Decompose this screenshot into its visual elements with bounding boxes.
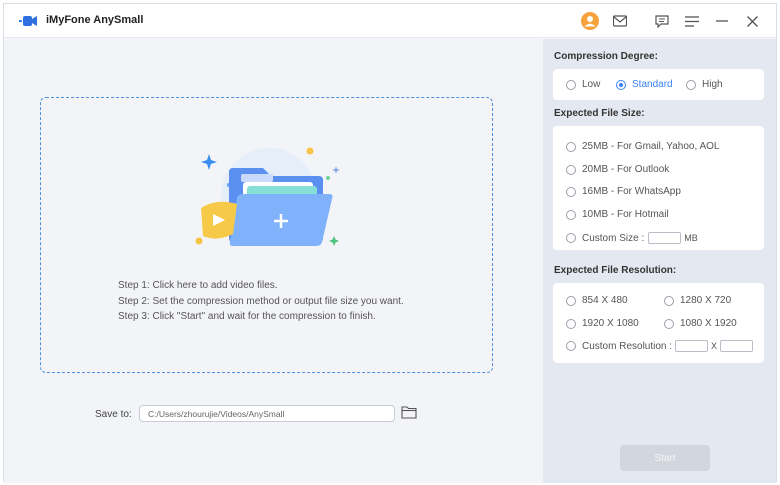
custom-height-input[interactable] — [720, 340, 754, 352]
step-2: Step 2: Set the compression method or ou… — [118, 295, 404, 307]
app-logo-icon — [19, 16, 37, 26]
expected-file-size-label: Expected File Size: — [554, 108, 645, 119]
size-20mb-radio[interactable]: 20MB - For Outlook — [566, 164, 669, 175]
app-window: iMyFone AnySmall Step 1: Click here to a… — [3, 3, 777, 483]
res-1280x720-radio[interactable]: 1280 X 720 — [664, 295, 731, 306]
start-button[interactable]: Start — [620, 445, 710, 471]
res-854x480-radio[interactable]: 854 X 480 — [566, 295, 628, 306]
custom-size-input[interactable] — [648, 232, 682, 244]
feedback-icon[interactable] — [651, 10, 673, 32]
add-video-folder-icon — [195, 147, 340, 246]
res-custom-radio[interactable]: Custom Resolution : X — [566, 340, 754, 352]
compression-standard-radio[interactable]: Standard — [616, 79, 673, 90]
size-25mb-radio[interactable]: 25MB - For Gmail, Yahoo, AOL — [566, 141, 719, 152]
app-title: iMyFone AnySmall — [46, 14, 144, 26]
compression-degree-card: Low Standard High — [553, 69, 764, 100]
compression-high-radio[interactable]: High — [686, 79, 723, 90]
res-1080x1920-radio[interactable]: 1080 X 1920 — [664, 318, 737, 329]
video-drop-zone[interactable]: Step 1: Click here to add video files. S… — [40, 97, 493, 373]
main-pane: Step 1: Click here to add video files. S… — [4, 39, 543, 483]
step-1: Step 1: Click here to add video files. — [118, 280, 278, 291]
minimize-icon[interactable] — [711, 10, 733, 32]
size-10mb-radio[interactable]: 10MB - For Hotmail — [566, 209, 669, 220]
resolution-card: 854 X 480 1280 X 720 1920 X 1080 1080 X … — [553, 283, 764, 363]
step-3: Step 3: Click "Start" and wait for the c… — [118, 311, 376, 322]
resolution-separator: X — [711, 341, 718, 351]
settings-panel: Compression Degree: Low Standard High Ex… — [543, 39, 776, 483]
browse-folder-icon[interactable] — [401, 405, 417, 419]
mail-icon[interactable] — [609, 10, 631, 32]
file-size-card: 25MB - For Gmail, Yahoo, AOL 20MB - For … — [553, 126, 764, 250]
save-to-label: Save to: — [95, 409, 132, 420]
close-icon[interactable] — [741, 10, 763, 32]
compression-low-radio[interactable]: Low — [566, 79, 600, 90]
size-custom-radio[interactable]: Custom Size : MB — [566, 232, 698, 244]
custom-width-input[interactable] — [675, 340, 709, 352]
save-path-field[interactable]: C:/Users/zhourujie/Videos/AnySmall — [139, 405, 395, 422]
expected-resolution-label: Expected File Resolution: — [554, 265, 677, 276]
menu-icon[interactable] — [681, 10, 703, 32]
size-16mb-radio[interactable]: 16MB - For WhatsApp — [566, 186, 681, 197]
res-1920x1080-radio[interactable]: 1920 X 1080 — [566, 318, 639, 329]
user-icon[interactable] — [579, 10, 601, 32]
instruction-steps: Step 1: Click here to add video files. S… — [118, 278, 404, 325]
compression-degree-label: Compression Degree: — [554, 51, 658, 62]
title-bar: iMyFone AnySmall — [4, 4, 776, 38]
size-unit-label: MB — [684, 233, 698, 243]
